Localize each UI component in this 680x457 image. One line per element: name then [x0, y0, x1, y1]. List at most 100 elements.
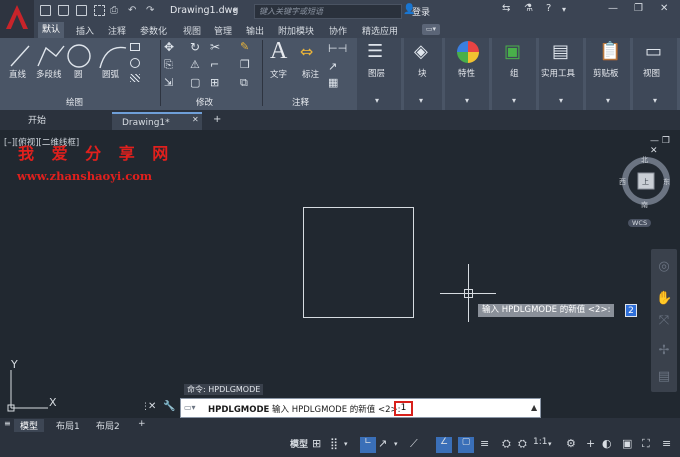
wcs-menu[interactable]: WCS — [628, 219, 652, 227]
app-logo[interactable] — [0, 0, 34, 38]
minimize-icon[interactable]: — — [608, 3, 618, 14]
copy-icon[interactable]: ⎘ — [164, 58, 173, 72]
command-line[interactable]: ▭▾ HPDLGMODE 输入 HPDLGMODE 的新值 <2>: 1 ▲ — [180, 398, 541, 418]
array-icon[interactable]: ⊞ — [210, 76, 219, 89]
tab-drawing1[interactable]: Drawing1* — [112, 112, 202, 130]
mirror-icon[interactable]: ⚠ — [190, 58, 200, 71]
tab-parametric[interactable]: 参数化 — [140, 24, 167, 37]
ribbon-toggle-icon[interactable]: ▭▾ — [422, 24, 440, 35]
steering-wheel-icon[interactable]: ◎ — [656, 259, 672, 275]
rotate-icon[interactable]: ↻ — [190, 40, 200, 54]
dimension-icon[interactable]: ⇔ — [300, 42, 313, 61]
close-command-icon[interactable]: ✕ — [148, 401, 156, 412]
add-layout-icon[interactable]: + — [138, 419, 146, 429]
open-folder-icon[interactable] — [58, 5, 69, 16]
fillet-icon[interactable]: ⌐ — [210, 58, 219, 71]
lineweight-icon[interactable]: ≡ — [480, 437, 489, 453]
grid-icon[interactable]: ⊞ — [312, 437, 321, 453]
save-as-icon[interactable] — [94, 5, 105, 16]
tab-manage[interactable]: 管理 — [214, 24, 232, 37]
tab-default[interactable]: 默认 — [38, 22, 65, 38]
table-icon[interactable]: ▦ — [328, 76, 338, 89]
arc-button[interactable]: 圆弧 — [102, 68, 119, 80]
tab-view[interactable]: 视图 — [183, 24, 201, 37]
modify-panel-title[interactable]: 修改 — [196, 96, 213, 108]
orbit-icon[interactable]: ✢ — [656, 343, 672, 359]
isolate-objects-icon[interactable]: ◐ — [602, 437, 612, 453]
properties-panel[interactable]: 特性 ▾ — [445, 38, 489, 110]
ortho-icon[interactable]: ∟ — [360, 437, 376, 453]
help-icon[interactable]: ? — [546, 3, 551, 14]
zoom-icon[interactable]: ⤧ — [656, 313, 672, 329]
save-icon[interactable] — [76, 5, 87, 16]
clipboard-panel[interactable]: 📋 剪贴板 ▾ — [586, 38, 630, 110]
close-icon[interactable]: ✕ — [660, 3, 668, 14]
text-icon[interactable]: A — [270, 38, 287, 65]
layers-panel[interactable]: ☰ 图层 ▾ — [357, 38, 401, 110]
circle-button[interactable]: 圆 — [74, 68, 83, 80]
tab-layout1[interactable]: 布局1 — [56, 419, 80, 432]
annotation-scale[interactable]: 1:1 — [533, 437, 547, 453]
command-input[interactable]: 1 — [394, 401, 413, 416]
help-dropdown-icon[interactable]: ▾ — [562, 5, 566, 14]
annotation-monitor-icon[interactable]: + — [586, 437, 595, 453]
restore-icon[interactable]: ❐ — [634, 3, 643, 14]
groups-panel[interactable]: ▣ 组 ▾ — [492, 38, 536, 110]
tab-start[interactable]: 开始 — [18, 112, 110, 130]
object-snap-icon[interactable]: ▢ — [458, 437, 474, 453]
cart-icon[interactable]: ⇆ — [502, 3, 510, 14]
isodraft-icon[interactable]: ⟋ — [410, 437, 418, 453]
utilities-panel[interactable]: ▤ 实用工具 ▾ — [539, 38, 583, 110]
leader-icon[interactable]: ↗ — [328, 60, 337, 73]
compass-west[interactable]: 西 — [619, 177, 626, 187]
auto-scale-icon[interactable]: ⛭ — [518, 437, 527, 453]
linear-dim-icon[interactable]: ⊢⊣ — [328, 42, 347, 55]
dynamic-input-value[interactable]: 2 — [625, 304, 637, 317]
workspace-gear-icon[interactable]: ⚙ — [566, 437, 576, 453]
polar-icon[interactable]: ↗ — [378, 437, 387, 453]
erase-icon[interactable]: ✎ — [240, 40, 249, 53]
login-button[interactable]: 登录 — [412, 5, 430, 18]
layout-nav-icon[interactable]: ≡ — [4, 419, 11, 428]
title-dropdown-icon[interactable]: ▸ — [234, 5, 238, 14]
explode-icon[interactable]: ❒ — [240, 58, 250, 71]
tab-model[interactable]: 模型 — [14, 419, 45, 432]
clean-screen-icon[interactable]: ⛶ — [642, 437, 650, 453]
dimension-button[interactable]: 标注 — [302, 68, 319, 80]
polar-dropdown-icon[interactable]: ▾ — [394, 440, 398, 456]
rectangle-icon[interactable] — [130, 43, 140, 51]
showmotion-icon[interactable]: ▤ — [656, 369, 672, 385]
compass-east[interactable]: 东 — [663, 177, 670, 187]
pan-icon[interactable]: ✋ — [656, 291, 672, 307]
share-icon[interactable]: ⚗ — [524, 3, 533, 14]
snap-icon[interactable]: ⣿ — [330, 437, 338, 453]
polyline-button[interactable]: 多段线 — [36, 68, 62, 80]
command-scroll-up-icon[interactable]: ▲ — [531, 403, 537, 412]
move-icon[interactable]: ✥ — [164, 40, 174, 54]
snap-dropdown-icon[interactable]: ▾ — [344, 440, 348, 456]
drawn-rectangle[interactable] — [303, 207, 414, 318]
line-button[interactable]: 直线 — [9, 68, 26, 80]
tab-annotate[interactable]: 注释 — [108, 24, 126, 37]
hatch-icon[interactable] — [130, 74, 140, 82]
annotation-visibility-icon[interactable]: ⛭ — [502, 437, 511, 453]
customize-menu-icon[interactable]: ≡ — [662, 437, 671, 453]
draw-panel-title[interactable]: 绘图 — [66, 96, 83, 108]
command-history-icon[interactable]: ▭▾ — [184, 403, 196, 412]
compass-south[interactable]: 南 — [641, 200, 648, 210]
undo-icon[interactable]: ↶ — [128, 5, 139, 16]
new-file-icon[interactable] — [40, 5, 51, 16]
offset-icon[interactable]: ⧉ — [240, 76, 248, 90]
tab-addins[interactable]: 附加模块 — [278, 24, 314, 37]
close-tab-icon[interactable]: ✕ — [192, 115, 199, 124]
print-icon[interactable]: ⎙ — [110, 5, 121, 16]
tab-output[interactable]: 输出 — [246, 24, 264, 37]
stretch-icon[interactable]: ⇲ — [164, 76, 173, 89]
model-space-button[interactable]: 模型 — [290, 437, 308, 453]
tab-featured-apps[interactable]: 精选应用 — [362, 24, 398, 37]
ellipse-icon[interactable] — [130, 58, 140, 68]
trim-icon[interactable]: ✂ — [210, 40, 220, 54]
customize-wrench-icon[interactable]: 🔧 — [163, 401, 175, 412]
search-input[interactable]: 键入关键字或短语 — [254, 4, 402, 19]
redo-icon[interactable]: ↷ — [146, 5, 157, 16]
